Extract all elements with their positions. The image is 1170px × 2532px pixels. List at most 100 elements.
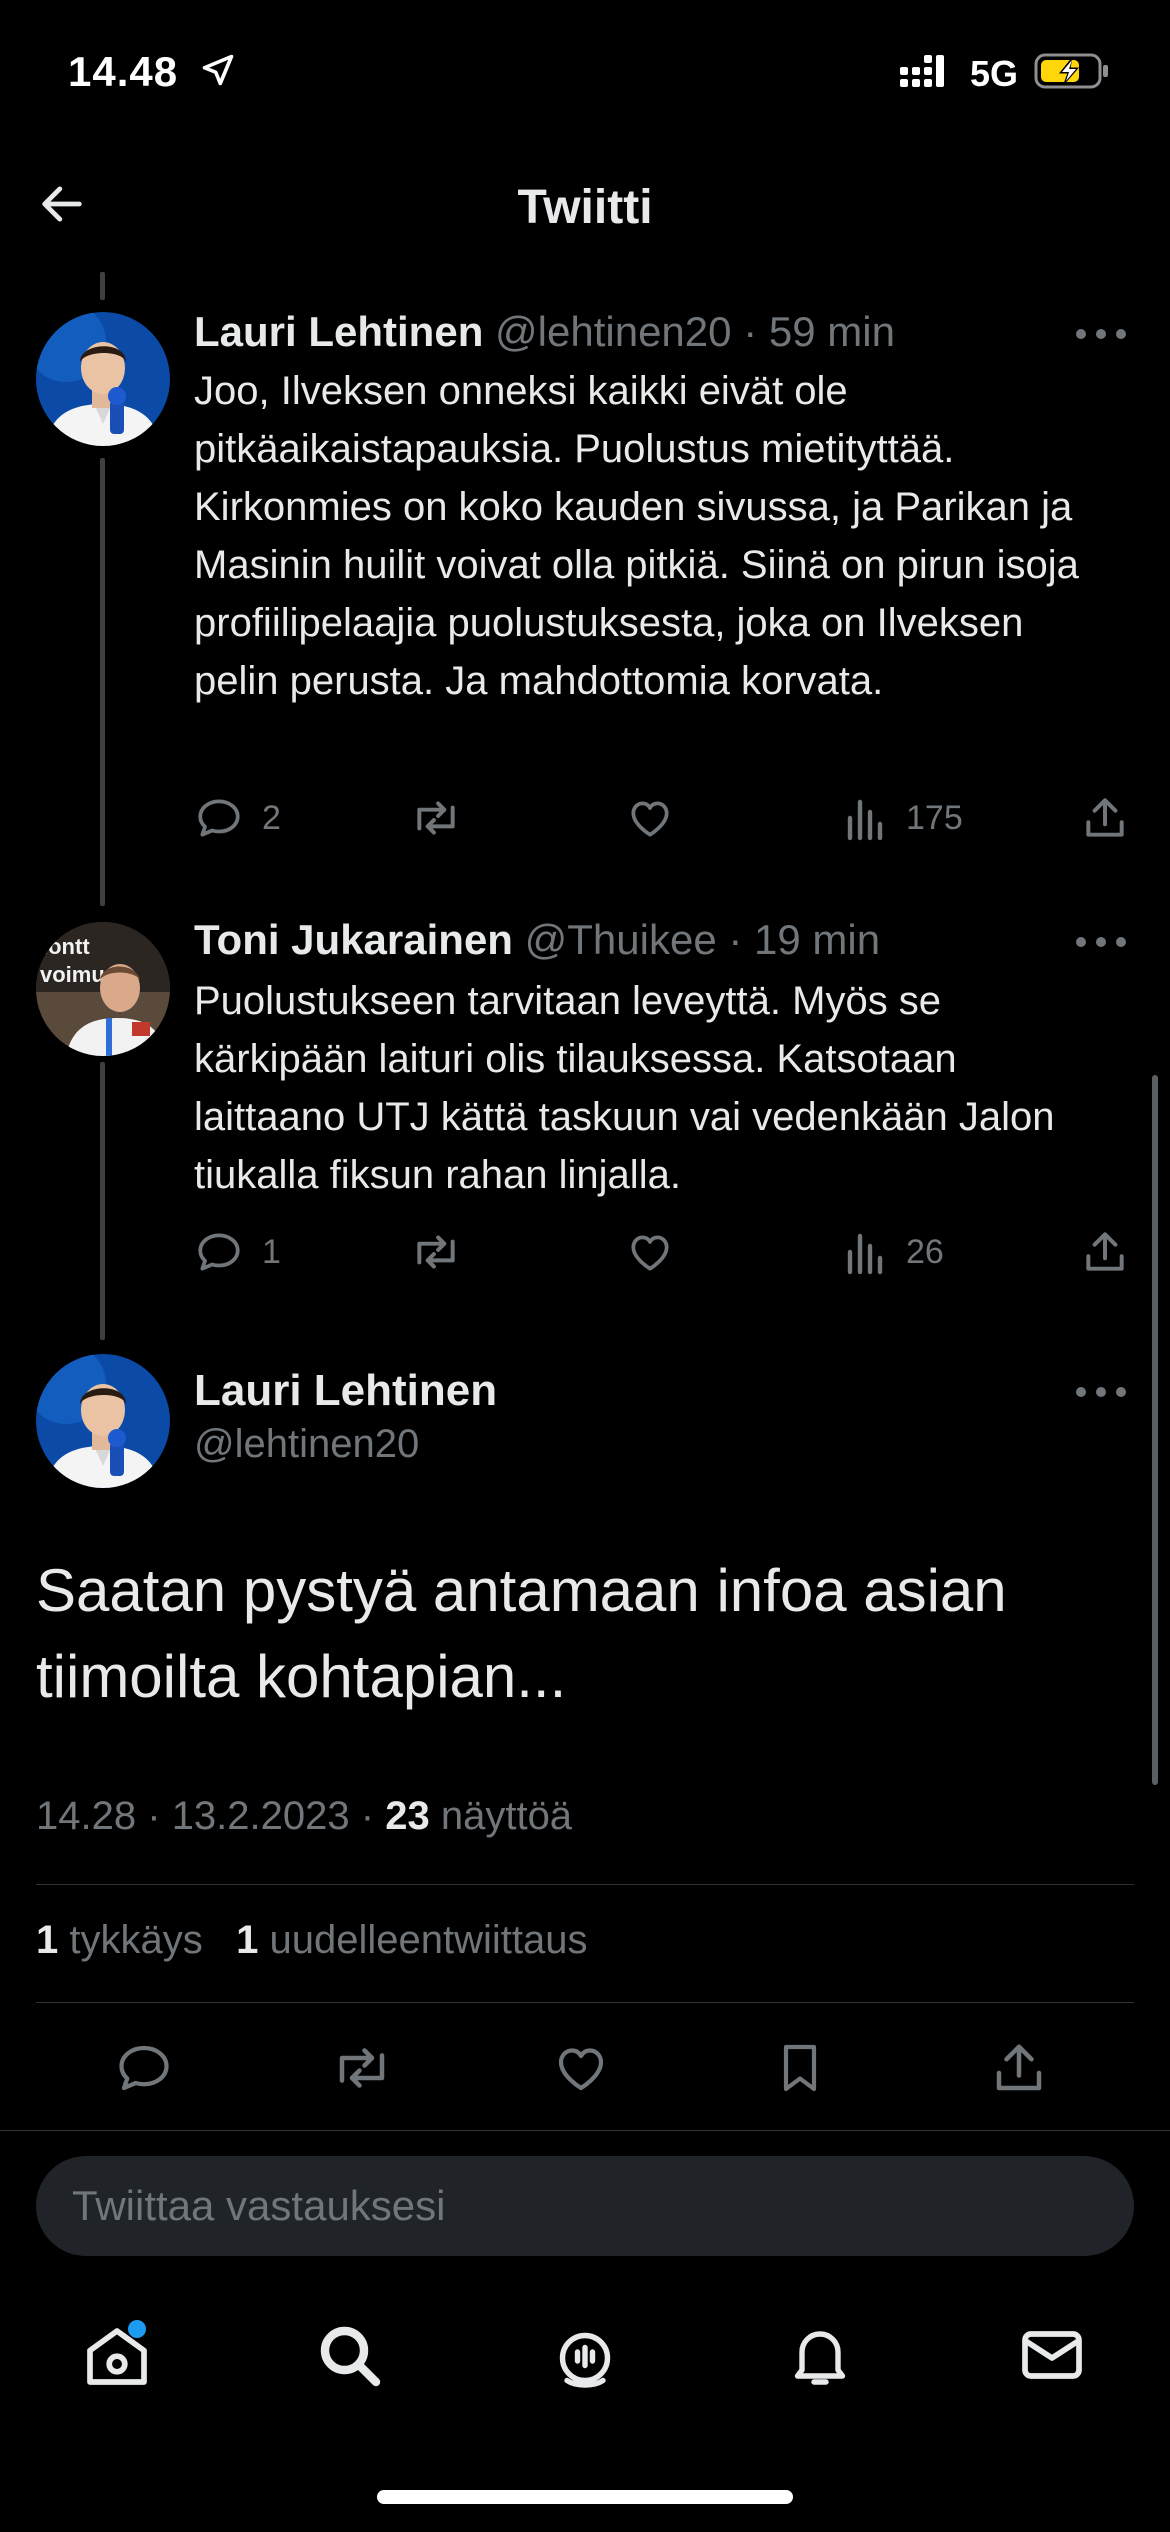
views-count: 23	[385, 1794, 430, 1838]
separator: ·	[147, 1794, 161, 1838]
thread-connector	[100, 272, 105, 300]
like-button[interactable]	[624, 1222, 676, 1282]
likes-stat[interactable]: 1 tykkäys	[36, 1918, 203, 1962]
avatar[interactable]	[36, 312, 170, 446]
tweet-time[interactable]: 59 min	[769, 308, 895, 355]
thread-connector	[100, 1062, 105, 1340]
search-icon	[320, 2326, 381, 2387]
reply-icon	[198, 799, 240, 837]
views-button[interactable]: 175	[844, 788, 963, 848]
share-button[interactable]	[1080, 788, 1130, 848]
status-bar: 14.48 5G	[0, 0, 1170, 150]
separator: ·	[743, 308, 758, 355]
bookmark-icon	[783, 2044, 817, 2092]
tab-notifications[interactable]	[765, 2300, 875, 2410]
tab-search[interactable]	[294, 2300, 404, 2410]
views-count: 175	[906, 798, 963, 837]
avatar[interactable]	[36, 1354, 170, 1488]
retweet-button[interactable]	[322, 2028, 402, 2108]
page-title: Twiitti	[517, 181, 653, 234]
reply-icon	[119, 2045, 169, 2091]
status-time: 14.48	[68, 48, 179, 95]
svg-text:iontt: iontt	[42, 934, 90, 959]
tab-messages[interactable]	[997, 2300, 1107, 2410]
tweet-text: Puolustukseen tarvitaan leveyttä. Myös s…	[194, 979, 1055, 1197]
reply-input[interactable]	[72, 2156, 1072, 2256]
tweet-header: Lauri Lehtinen @lehtinen20 · 59 min	[194, 308, 895, 356]
share-icon	[996, 2044, 1042, 2091]
more-icon	[1076, 1387, 1086, 1397]
retweet-icon	[339, 2048, 385, 2088]
notification-dot	[128, 2320, 146, 2338]
share-icon	[1086, 1232, 1124, 1271]
share-icon	[1086, 798, 1124, 837]
retweets-stat[interactable]: 1 uudelleentwiittaus	[236, 1918, 587, 1962]
tweet-time[interactable]: 14.28	[36, 1794, 136, 1838]
author-name[interactable]: Toni Jukarainen	[194, 916, 513, 963]
reply-icon	[198, 1233, 240, 1271]
divider	[0, 2130, 1170, 2131]
main-tweet-actions	[0, 2028, 1170, 2108]
battery-icon	[1034, 52, 1110, 95]
reply-count: 2	[262, 798, 281, 837]
separator: ·	[360, 1794, 375, 1838]
reply-button[interactable]: 1	[194, 1222, 281, 1282]
author-handle[interactable]: @Thuikee	[525, 916, 717, 963]
author-handle[interactable]: @lehtinen20	[495, 308, 731, 355]
divider	[36, 1884, 1134, 1885]
tab-home[interactable]	[62, 2300, 172, 2410]
separator: ·	[728, 916, 743, 963]
tweet-time[interactable]: 19 min	[754, 916, 880, 963]
likes-count: 1	[36, 1918, 59, 1962]
author-handle[interactable]: @lehtinen20	[194, 1422, 419, 1467]
views-button[interactable]: 26	[844, 1222, 944, 1282]
thread-connector	[100, 458, 105, 906]
share-button[interactable]	[979, 2028, 1059, 2108]
notifications-icon	[794, 2331, 846, 2385]
signal-icon	[898, 53, 954, 94]
bottom-tab-bar	[0, 2300, 1170, 2410]
tweet-meta: 14.28 · 13.2.2023 · 23 näyttöä	[36, 1794, 572, 1839]
divider	[36, 2002, 1134, 2003]
retweet-icon	[417, 801, 455, 835]
more-options-button[interactable]	[1076, 324, 1126, 344]
header: Twiitti	[0, 160, 1170, 250]
heart-icon	[631, 1235, 669, 1271]
views-label: näyttöä	[440, 1794, 573, 1838]
author-name[interactable]: Lauri Lehtinen	[194, 1366, 497, 1416]
retweets-label: uudelleentwiittaus	[269, 1918, 588, 1962]
heart-icon	[631, 801, 669, 837]
avatar[interactable]: iontt voimuu	[36, 922, 170, 1056]
more-icon	[1076, 937, 1086, 947]
tweet-text: Joo, Ilveksen onneksi kaikki eivät ole p…	[194, 369, 1079, 703]
more-options-button[interactable]	[1076, 1382, 1126, 1402]
more-options-button[interactable]	[1076, 932, 1126, 952]
tweet-text: Saatan pystyä antamaan infoa asian tiimo…	[36, 1557, 1007, 1710]
tweet-date[interactable]: 13.2.2023	[172, 1794, 350, 1838]
author-name[interactable]: Lauri Lehtinen	[194, 308, 483, 355]
engagement-stats: 1 tykkäys 1 uudelleentwiittaus	[36, 1918, 587, 1963]
retweet-button[interactable]	[408, 1222, 464, 1282]
tweet-actions: 2 175	[194, 788, 1134, 848]
views-count: 26	[906, 1232, 944, 1271]
like-button[interactable]	[541, 2028, 621, 2108]
reply-box[interactable]	[36, 2156, 1134, 2256]
heart-icon	[558, 2048, 604, 2091]
reply-button[interactable]: 2	[194, 788, 281, 848]
reply-count: 1	[262, 1232, 281, 1271]
tweet-actions: 1 26	[194, 1222, 1134, 1282]
share-button[interactable]	[1080, 1222, 1130, 1282]
tweet-header: Toni Jukarainen @Thuikee · 19 min	[194, 916, 880, 964]
retweet-icon	[417, 1235, 455, 1269]
home-indicator[interactable]	[377, 2490, 793, 2504]
messages-icon	[1022, 2331, 1082, 2379]
scrollbar[interactable]	[1152, 1075, 1158, 1785]
reply-button[interactable]	[104, 2028, 184, 2108]
like-button[interactable]	[624, 788, 676, 848]
retweets-count: 1	[236, 1918, 259, 1962]
retweet-button[interactable]	[408, 788, 464, 848]
more-icon	[1076, 329, 1086, 339]
tab-spaces[interactable]	[530, 2300, 640, 2410]
bookmark-button[interactable]	[760, 2028, 840, 2108]
network-type: 5G	[969, 52, 1018, 94]
